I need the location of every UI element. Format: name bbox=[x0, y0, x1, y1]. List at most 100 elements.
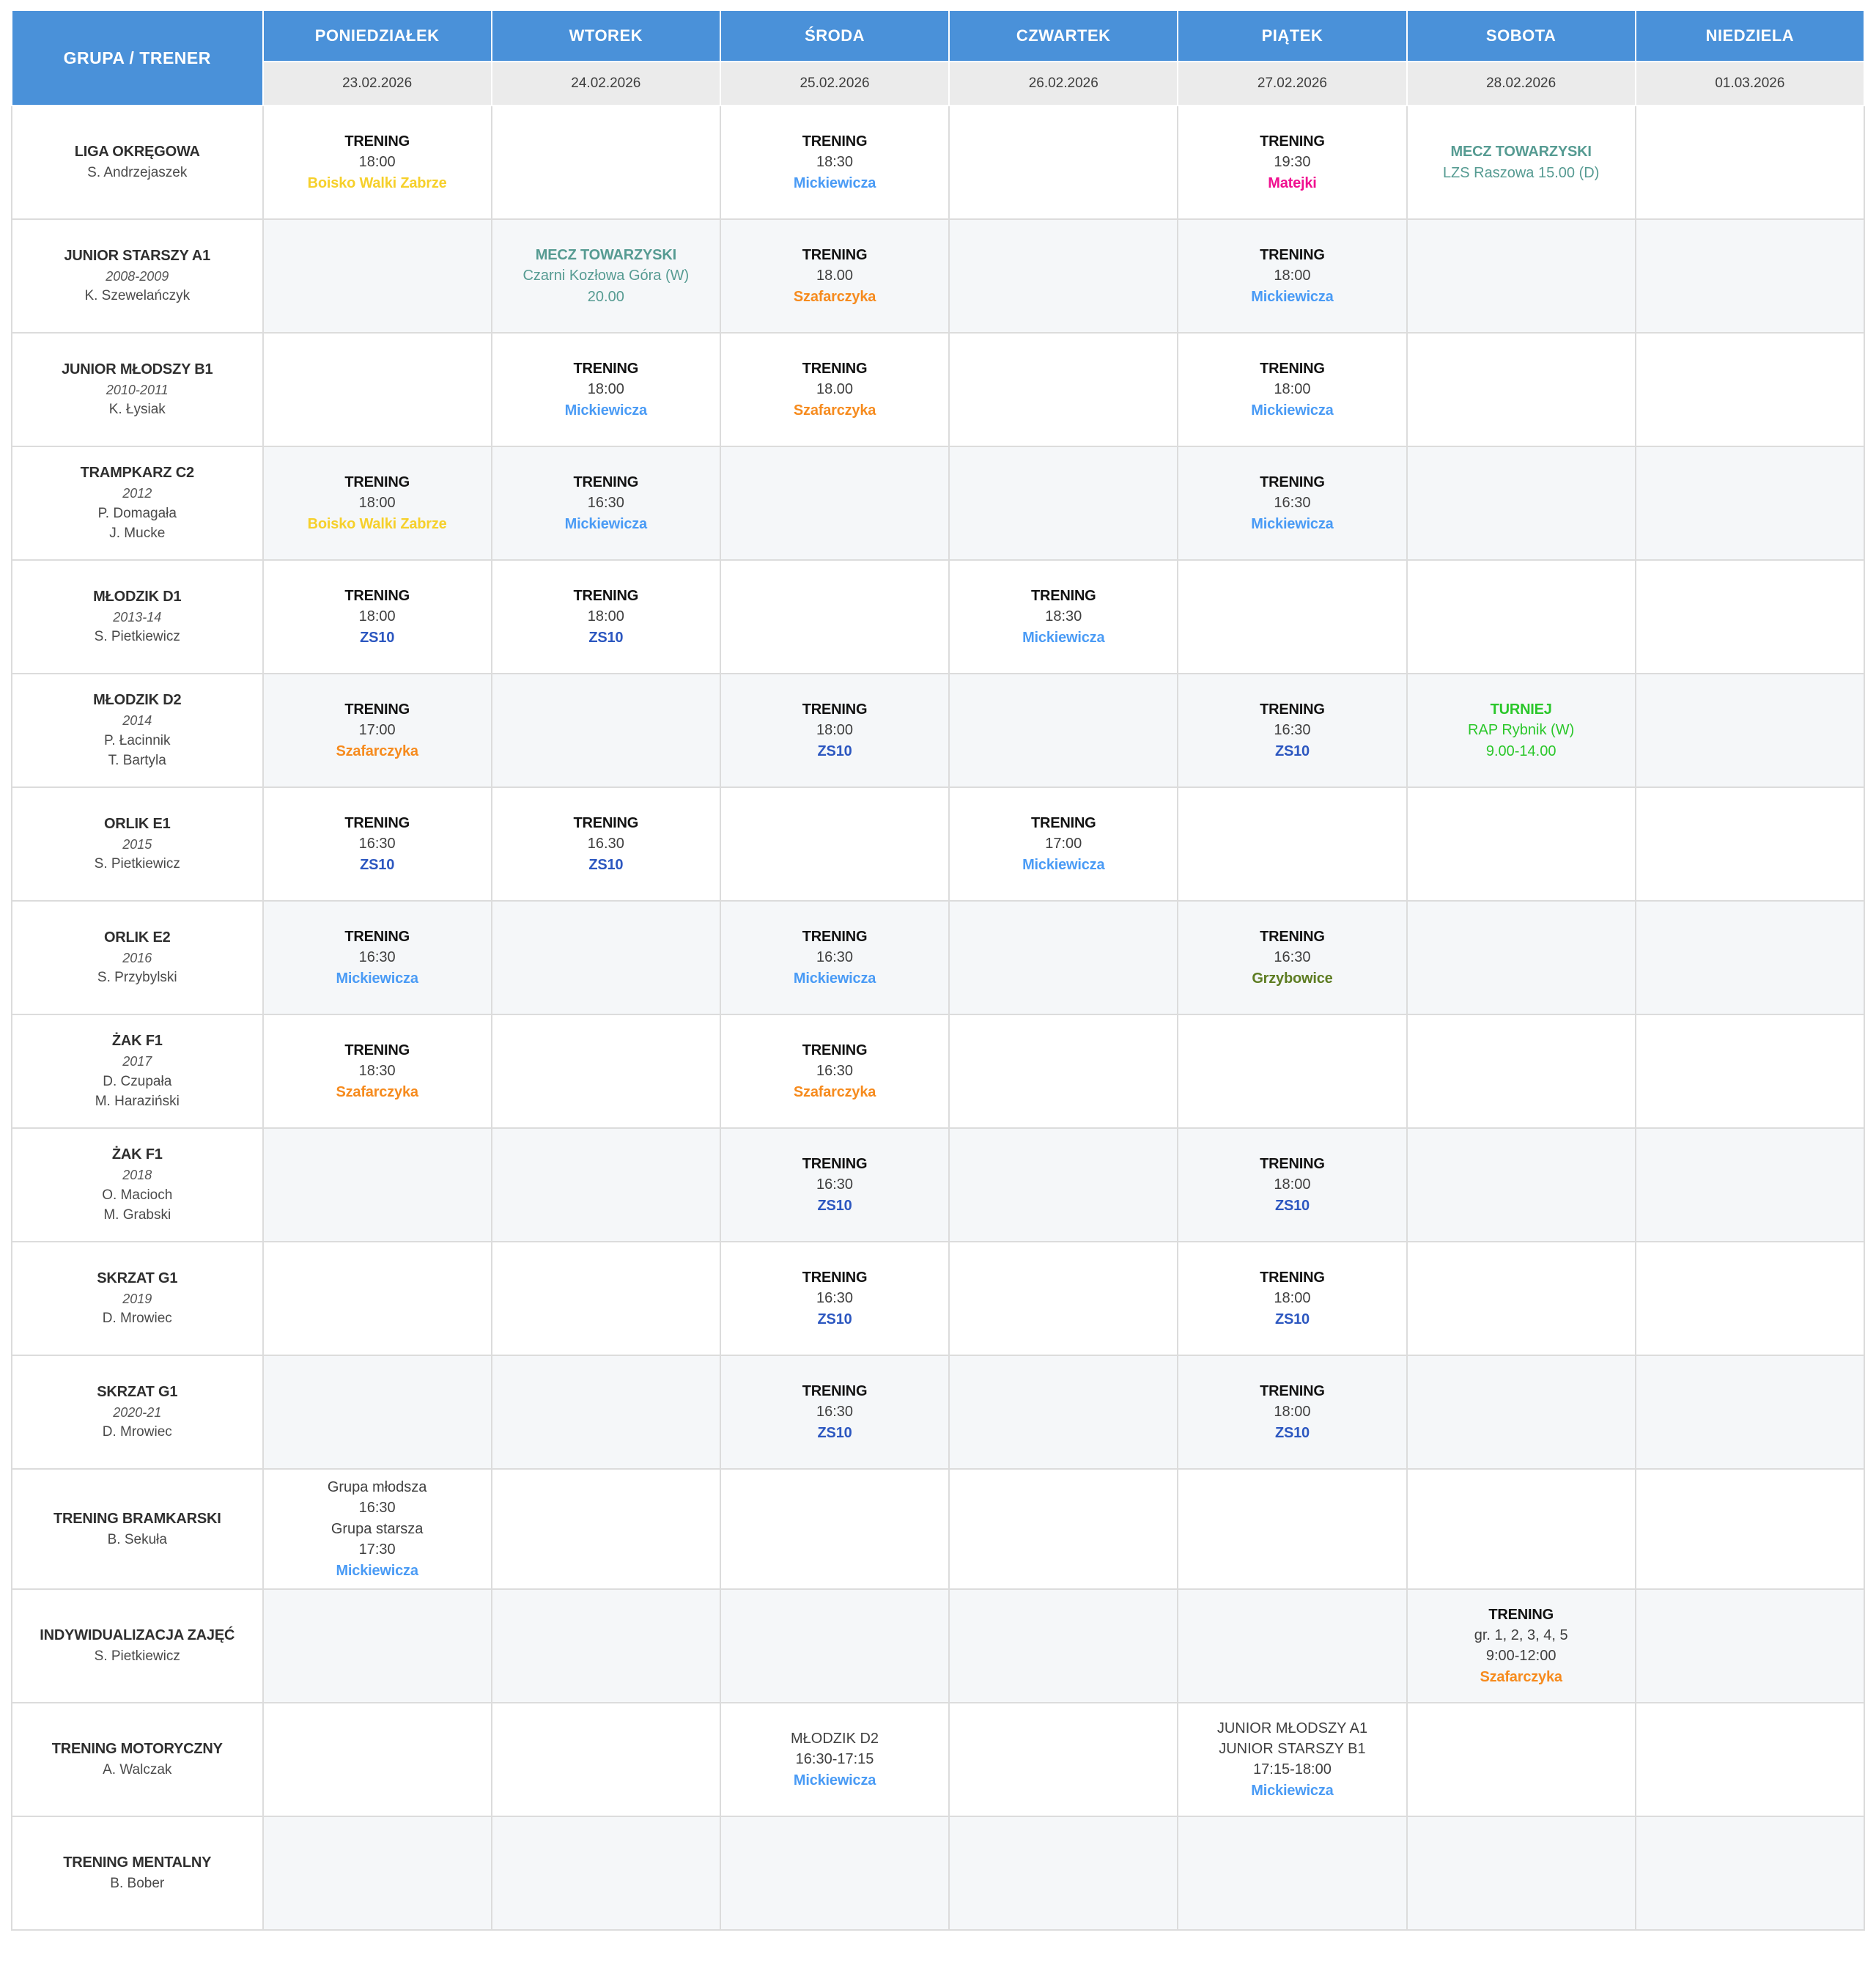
event-venue: Boisko Walki Zabrze bbox=[268, 173, 487, 194]
date-cell: 28.02.2026 bbox=[1407, 62, 1636, 106]
schedule-cell bbox=[1407, 1128, 1636, 1242]
schedule-cell bbox=[492, 1014, 720, 1128]
date-cell: 26.02.2026 bbox=[949, 62, 1178, 106]
group-trainer: B. Bober bbox=[17, 1874, 258, 1894]
event-type: TRENING bbox=[725, 1381, 944, 1401]
group-name: TRENING MENTALNY bbox=[17, 1852, 258, 1874]
schedule-cell bbox=[492, 1128, 720, 1242]
schedule-cell bbox=[720, 1589, 949, 1703]
schedule-table: GRUPA / TRENER PONIEDZIAŁEKWTOREKŚRODACZ… bbox=[11, 10, 1865, 1931]
schedule-row: JUNIOR STARSZY A12008-2009K. Szewelańczy… bbox=[12, 219, 1864, 333]
event-text: 16:30 bbox=[268, 1497, 487, 1518]
schedule-row: ORLIK E12015S. PietkiewiczTRENING16:30ZS… bbox=[12, 787, 1864, 901]
event-type: TRENING bbox=[268, 131, 487, 152]
event-text: LZS Raszowa 15.00 (D) bbox=[1412, 163, 1631, 183]
date-cell: 01.03.2026 bbox=[1636, 62, 1864, 106]
group-year: 2008-2009 bbox=[17, 267, 258, 286]
group-trainer: T. Bartyla bbox=[17, 751, 258, 771]
group-trainer: O. Macioch bbox=[17, 1185, 258, 1206]
schedule-row: ORLIK E22016S. PrzybylskiTRENING16:30Mic… bbox=[12, 901, 1864, 1014]
event-venue: ZS10 bbox=[725, 1423, 944, 1443]
schedule-cell bbox=[263, 333, 492, 446]
group-trainer: S. Pietkiewicz bbox=[17, 627, 258, 647]
group-cell: ORLIK E22016S. Przybylski bbox=[12, 901, 263, 1014]
schedule-cell: TRENING18:30Mickiewicza bbox=[720, 106, 949, 219]
schedule-row: TRENING MENTALNYB. Bober bbox=[12, 1816, 1864, 1930]
schedule-row: TRENING MOTORYCZNYA. WalczakMŁODZIK D216… bbox=[12, 1703, 1864, 1816]
event-type: TRENING bbox=[725, 245, 944, 265]
group-name: ORLIK E2 bbox=[17, 927, 258, 948]
schedule-cell: TRENING18:00ZS10 bbox=[1178, 1242, 1406, 1355]
group-cell: ŻAK F12017D. CzupałaM. Haraziński bbox=[12, 1014, 263, 1128]
schedule-cell bbox=[263, 1242, 492, 1355]
schedule-cell bbox=[720, 1469, 949, 1589]
group-cell: LIGA OKRĘGOWAS. Andrzejaszek bbox=[12, 106, 263, 219]
schedule-cell bbox=[1407, 1242, 1636, 1355]
schedule-cell: TRENING18:00Mickiewicza bbox=[1178, 219, 1406, 333]
event-type: TRENING bbox=[1183, 1267, 1401, 1288]
schedule-cell: TRENING16:30Grzybowice bbox=[1178, 901, 1406, 1014]
schedule-cell bbox=[1636, 1014, 1864, 1128]
event-venue: Boisko Walki Zabrze bbox=[268, 514, 487, 534]
group-year: 2012 bbox=[17, 484, 258, 503]
event-text: 16:30 bbox=[268, 947, 487, 968]
event-venue: Szafarczyka bbox=[725, 400, 944, 421]
event-type: MECZ TOWARZYSKI bbox=[497, 245, 715, 265]
schedule-cell bbox=[949, 674, 1178, 787]
event-venue: Szafarczyka bbox=[725, 287, 944, 307]
event-text: Grupa młodsza bbox=[268, 1477, 487, 1497]
group-year: 2017 bbox=[17, 1052, 258, 1071]
group-name: TRAMPKARZ C2 bbox=[17, 463, 258, 484]
schedule-cell: TRENING18.00Szafarczyka bbox=[720, 333, 949, 446]
schedule-cell: TURNIEJRAP Rybnik (W)9.00-14.00 bbox=[1407, 674, 1636, 787]
schedule-cell: MECZ TOWARZYSKILZS Raszowa 15.00 (D) bbox=[1407, 106, 1636, 219]
event-text: 16:30 bbox=[497, 493, 715, 513]
event-text: 18:00 bbox=[1183, 265, 1401, 286]
event-type: TRENING bbox=[1183, 472, 1401, 493]
event-type: MECZ TOWARZYSKI bbox=[1412, 141, 1631, 162]
event-type: TRENING bbox=[954, 813, 1172, 833]
schedule-cell bbox=[1178, 560, 1406, 674]
event-venue: ZS10 bbox=[725, 1309, 944, 1330]
schedule-cell: TRENING16:30ZS10 bbox=[720, 1128, 949, 1242]
day-header: PIĄTEK bbox=[1178, 10, 1406, 62]
event-type: TRENING bbox=[1183, 131, 1401, 152]
event-venue: Matejki bbox=[1183, 173, 1401, 194]
event-text: 18:00 bbox=[497, 379, 715, 399]
group-year: 2016 bbox=[17, 948, 258, 968]
schedule-cell bbox=[1178, 1469, 1406, 1589]
schedule-cell bbox=[949, 1589, 1178, 1703]
group-year: 2010-2011 bbox=[17, 380, 258, 399]
schedule-cell bbox=[949, 219, 1178, 333]
group-cell: JUNIOR STARSZY A12008-2009K. Szewelańczy… bbox=[12, 219, 263, 333]
event-text: 16.30 bbox=[497, 833, 715, 854]
event-text: 17:00 bbox=[268, 720, 487, 740]
schedule-cell bbox=[949, 1355, 1178, 1469]
event-type: TRENING bbox=[725, 1154, 944, 1174]
schedule-cell bbox=[492, 901, 720, 1014]
event-type: TRENING bbox=[268, 926, 487, 947]
schedule-cell bbox=[1407, 1816, 1636, 1930]
schedule-cell bbox=[949, 1242, 1178, 1355]
schedule-row: MŁODZIK D22014P. ŁacinnikT. BartylaTRENI… bbox=[12, 674, 1864, 787]
group-name: ŻAK F1 bbox=[17, 1031, 258, 1052]
event-venue: ZS10 bbox=[268, 855, 487, 875]
schedule-cell bbox=[720, 446, 949, 560]
schedule-cell: Grupa młodsza16:30Grupa starsza17:30Mick… bbox=[263, 1469, 492, 1589]
group-cell: ORLIK E12015S. Pietkiewicz bbox=[12, 787, 263, 901]
schedule-cell bbox=[492, 1589, 720, 1703]
event-text: 9.00-14.00 bbox=[1412, 741, 1631, 762]
group-trainer: D. Mrowiec bbox=[17, 1422, 258, 1443]
group-year: 2018 bbox=[17, 1165, 258, 1185]
schedule-row: MŁODZIK D12013-14S. PietkiewiczTRENING18… bbox=[12, 560, 1864, 674]
event-text: 17:30 bbox=[268, 1539, 487, 1560]
event-venue: Mickiewicza bbox=[954, 627, 1172, 648]
schedule-cell: TRENING18:30Mickiewicza bbox=[949, 560, 1178, 674]
event-text: 9:00-12:00 bbox=[1412, 1646, 1631, 1666]
event-text: 18:00 bbox=[268, 606, 487, 627]
group-trainer: A. Walczak bbox=[17, 1760, 258, 1780]
event-type: TRENING bbox=[497, 472, 715, 493]
event-text: 18:00 bbox=[1183, 379, 1401, 399]
schedule-cell: TRENING16:30Mickiewicza bbox=[263, 901, 492, 1014]
schedule-cell bbox=[1636, 1816, 1864, 1930]
